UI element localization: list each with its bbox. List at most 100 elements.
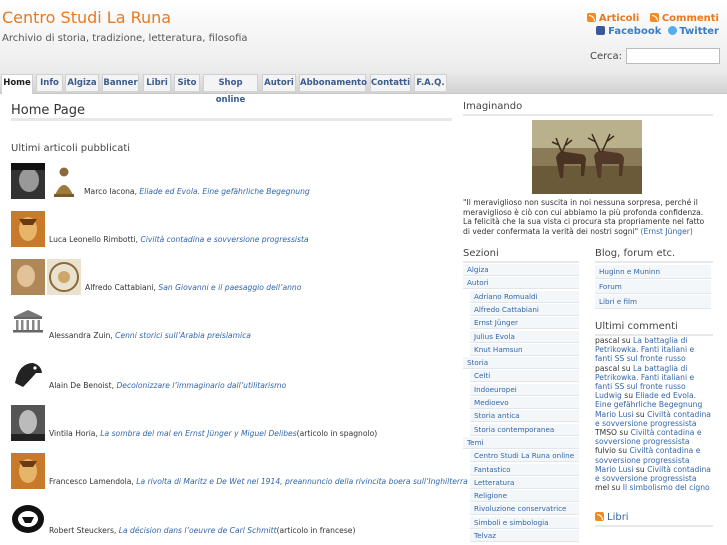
nav-tab-info[interactable]: Info [36, 74, 63, 91]
comment-author-link[interactable]: Mario Lusi [595, 410, 633, 419]
article-link[interactable]: La décision dans l’oeuvre de Carl Schmit… [119, 526, 277, 535]
nav-tab-contatti[interactable]: Contatti [370, 74, 411, 91]
nav-tab-banner[interactable]: Banner [102, 74, 139, 91]
author-photo[interactable] [11, 453, 45, 489]
nav-tab-shop-online[interactable]: Shop online [203, 74, 258, 105]
sidebar-item[interactable]: Simboli e simbologia [470, 516, 579, 529]
sidebar-item[interactable]: Religione [470, 490, 579, 503]
author-photo[interactable] [11, 211, 45, 247]
comment-sep: su [619, 363, 633, 373]
sezioni-divider [463, 261, 579, 263]
list-item: Marco Iacona, Eliade ed Evola. Eine gefä… [11, 163, 451, 199]
nav-tab-sito[interactable]: Sito [174, 74, 200, 91]
comment-author-link[interactable]: Ludwig [595, 391, 622, 400]
article-note: (articolo in spagnolo) [296, 429, 378, 438]
sidebar-item[interactable]: Storia [463, 357, 579, 370]
article-link[interactable]: Civiltà contadina e sovversione progress… [140, 235, 308, 244]
top-links: Articoli Commenti Facebook Twitter [586, 12, 719, 38]
sidebar-item[interactable]: Rivoluzione conservatrice [470, 503, 579, 516]
author-photo[interactable] [11, 163, 45, 199]
sidebar-item[interactable]: Medioevo [470, 397, 579, 409]
comment-sep: su [615, 446, 630, 456]
comment-item: mel su Il simbolismo del cigno [595, 483, 713, 492]
search-box: Cerca: [590, 48, 720, 64]
article-link[interactable]: La rivolta di Maritz e De Wet nel 1914, … [136, 477, 468, 486]
sidebar-item[interactable]: Storia contemporanea [470, 423, 579, 436]
temple-image[interactable] [11, 307, 45, 343]
sidebar-item[interactable]: Letteratura [470, 476, 579, 489]
search-input[interactable] [626, 48, 720, 64]
list-item: Alfredo Cattabiani, San Giovanni e il pa… [11, 259, 451, 295]
sidebar-item[interactable]: Temi [463, 436, 579, 449]
sidebar-item[interactable]: Ernst Jünger [470, 317, 579, 330]
nav-tab-home[interactable]: Home [1, 74, 33, 94]
quote-author-link[interactable]: (Ernst Jünger) [641, 227, 693, 236]
author-photo[interactable] [11, 259, 45, 295]
comments-heading: Ultimi commenti [595, 321, 678, 332]
comment-sep: su [617, 428, 631, 438]
sidebar-item[interactable]: Algiza [463, 264, 579, 276]
sidebar-item[interactable]: Adriano Romualdi [470, 290, 579, 303]
junger-quote: "Il meraviglioso non suscita in noi ness… [463, 198, 711, 236]
article-link[interactable]: Eliade ed Evola. Eine gefährliche Begegn… [139, 187, 309, 196]
comment-author-link[interactable]: Mario Lusi [595, 465, 633, 474]
sidebar-item[interactable]: Celti [470, 370, 579, 383]
sidebar-item[interactable]: Telvaz [470, 530, 579, 542]
buddha-image[interactable] [51, 163, 77, 199]
blog-item-forum[interactable]: Forum [595, 280, 711, 294]
eagle-image[interactable] [11, 357, 45, 393]
article-author: Vintila Horia, [49, 429, 101, 438]
feed-comments-link[interactable]: Commenti [662, 13, 719, 24]
zodiac-image[interactable] [47, 259, 81, 295]
deer-image[interactable] [532, 120, 642, 194]
rss-icon [649, 13, 659, 22]
list-item: Robert Steuckers, La décision dans l’oeu… [11, 502, 451, 538]
nav-tab-autori[interactable]: Autori [262, 74, 296, 91]
sidebar-item[interactable]: Julius Evola [470, 330, 579, 343]
page-title: Home Page [11, 103, 85, 118]
article-link[interactable]: Decolonizzare l’immaginario dall’utilita… [116, 381, 286, 390]
libri-divider [595, 525, 713, 527]
blog-item-huginn[interactable]: Huginn e Muninn [595, 265, 711, 279]
comment-author: fulvio [595, 446, 616, 456]
title-divider [11, 118, 452, 121]
facebook-icon [596, 26, 606, 35]
article-author: Alfredo Cattabiani, [85, 283, 159, 292]
sidebar-item[interactable]: Alfredo Cattabiani [470, 303, 579, 316]
author-photo[interactable] [11, 405, 45, 441]
article-meta: Robert Steuckers, La décision dans l’oeu… [49, 526, 355, 535]
article-author: Francesco Lamendola, [49, 477, 137, 486]
sezioni-heading: Sezioni [463, 248, 499, 259]
facebook-link[interactable]: Facebook [608, 26, 661, 37]
article-link[interactable]: La sombra del mal en Ernst Jünger y Migu… [100, 429, 296, 438]
article-link[interactable]: San Giovanni e il paesaggio dell’anno [158, 283, 301, 292]
blog-heading: Blog, forum etc. [595, 248, 676, 259]
sidebar-item[interactable]: Knut Hamsun [470, 343, 579, 356]
twitter-icon [668, 26, 678, 35]
blog-item-libri-film[interactable]: Libri e film [595, 295, 711, 309]
rss-icon [595, 512, 604, 521]
article-link[interactable]: Cenni storici sull’Arabia preislamica [115, 331, 251, 340]
article-author: Robert Steuckers, [49, 526, 119, 535]
feed-articles-link[interactable]: Articoli [599, 13, 640, 24]
comment-post-link[interactable]: Il simbolismo del cigno [623, 483, 710, 492]
nav-tab-algiza[interactable]: Algiza [65, 74, 99, 91]
site-title[interactable]: Centro Studi La Runa [2, 8, 171, 27]
emblem-image[interactable] [11, 502, 45, 538]
site-subtitle: Archivio di storia, tradizione, letterat… [2, 33, 248, 44]
sidebar-item[interactable]: Indoeuropei [470, 383, 579, 396]
article-meta: Luca Leonello Rimbotti, Civiltà contadin… [49, 235, 309, 244]
nav-tab-abbonamento[interactable]: Abbonamento [299, 74, 367, 91]
nav-tab-faq[interactable]: F.A.Q. [414, 74, 447, 91]
search-label: Cerca: [589, 51, 622, 62]
nav-tab-libri[interactable]: Libri [143, 74, 171, 91]
sidebar-item[interactable]: Autori [463, 277, 579, 290]
sidebar-item[interactable]: Centro Studi La Runa online [470, 450, 579, 463]
sidebar-item[interactable]: Fantastico [470, 463, 579, 476]
twitter-link[interactable]: Twitter [679, 26, 719, 37]
comment-sep: su [633, 464, 648, 474]
libri-feed-link[interactable]: Libri [607, 512, 629, 523]
comment-item: Mario Lusi su Civiltà contadina e sovver… [595, 465, 713, 483]
sidebar-item[interactable]: Storia antica [470, 410, 579, 423]
libri-heading: Libri [595, 512, 629, 523]
